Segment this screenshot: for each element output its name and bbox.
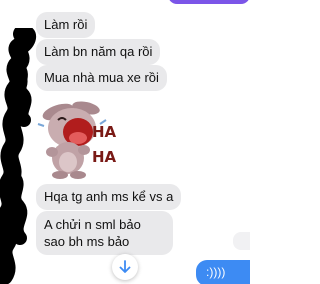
chat-screen: Làm rồi Làm bn năm qa rồi Mua nhà mua xe… bbox=[0, 0, 250, 284]
incoming-message[interactable]: Hqa tg anh ms kể vs a bbox=[36, 184, 182, 210]
outgoing-message[interactable]: :)))) bbox=[196, 260, 250, 284]
sticker-haha-text: HA HA bbox=[92, 122, 140, 174]
ui-edge-partial bbox=[233, 232, 250, 250]
sticker-text-line: HA bbox=[92, 123, 117, 141]
sticker-text-line: HA bbox=[92, 148, 117, 166]
incoming-message[interactable]: Làm rồi bbox=[36, 12, 96, 38]
outgoing-message-bubble-partial bbox=[168, 0, 250, 4]
incoming-message[interactable]: Làm bn năm qa rồi bbox=[36, 39, 161, 65]
arrow-down-icon bbox=[119, 260, 131, 273]
incoming-message[interactable]: A chửi n sml bảo sao bh ms bảo bbox=[36, 211, 173, 255]
scroll-to-bottom-button[interactable] bbox=[112, 254, 138, 280]
incoming-message[interactable]: Mua nhà mua xe rồi bbox=[36, 65, 167, 91]
